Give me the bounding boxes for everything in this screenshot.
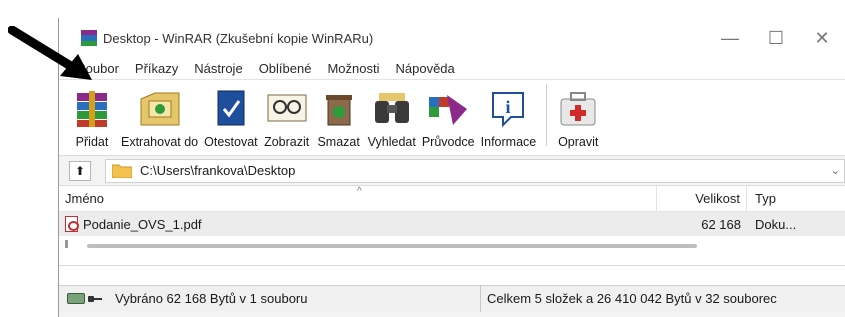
column-type[interactable]: Typ bbox=[747, 186, 776, 212]
menu-prikazy[interactable]: Příkazy bbox=[127, 61, 186, 76]
menu-nastroje[interactable]: Nástroje bbox=[186, 61, 250, 76]
folder-icon bbox=[112, 164, 132, 178]
extract-label: Extrahovat do bbox=[121, 135, 199, 149]
horizontal-scrollbar[interactable] bbox=[87, 244, 697, 248]
view-icon bbox=[267, 94, 307, 122]
test-label: Otestovat bbox=[204, 135, 258, 149]
toolbar: Přidat Extrahovat do Otestovat Zobrazit … bbox=[59, 80, 845, 156]
winrar-window: Desktop - WinRAR (Zkušební kopie WinRARu… bbox=[58, 18, 845, 317]
find-label: Vyhledat bbox=[367, 135, 416, 149]
file-size: 62 168 bbox=[701, 216, 741, 232]
repair-button[interactable]: Opravit bbox=[555, 87, 601, 149]
info-label: Informace bbox=[480, 135, 537, 149]
path-text: C:\Users\frankova\Desktop bbox=[140, 163, 296, 178]
menu-oblibene[interactable]: Oblíbené bbox=[251, 61, 320, 76]
window-title: Desktop - WinRAR (Zkušební kopie WinRARu… bbox=[103, 30, 374, 46]
menu-napoveda[interactable]: Nápověda bbox=[387, 61, 462, 76]
repair-label: Opravit bbox=[558, 135, 599, 149]
file-type: Doku... bbox=[755, 216, 797, 232]
extract-icon bbox=[140, 92, 180, 126]
up-folder-button[interactable]: ⬆ bbox=[69, 160, 91, 181]
delete-icon bbox=[325, 95, 352, 126]
title-bar: Desktop - WinRAR (Zkušební kopie WinRARu… bbox=[59, 18, 845, 58]
annotation-arrow bbox=[8, 26, 92, 80]
status-total: Celkem 5 složek a 26 410 042 Bytů v 32 s… bbox=[487, 291, 777, 306]
file-row[interactable]: Podanie_OVS_1.pdf 62 168 Doku... bbox=[59, 212, 845, 236]
extract-button[interactable]: Extrahovat do bbox=[121, 87, 198, 149]
minimize-button[interactable]: — bbox=[707, 18, 753, 58]
path-dropdown-icon[interactable]: ⌄ bbox=[831, 164, 840, 177]
toolbar-separator bbox=[546, 83, 548, 146]
wizard-button[interactable]: Průvodce bbox=[422, 87, 475, 149]
test-icon bbox=[217, 90, 245, 126]
close-button[interactable]: ✕ bbox=[799, 18, 845, 58]
add-button[interactable]: Přidat bbox=[69, 87, 115, 149]
maximize-button[interactable]: ☐ bbox=[753, 18, 799, 58]
info-icon: i bbox=[492, 92, 525, 128]
status-selection: Vybráno 62 168 Bytů v 1 souboru bbox=[109, 285, 481, 312]
delete-label: Smazat bbox=[317, 135, 360, 149]
pdf-file-icon bbox=[65, 216, 79, 232]
menu-moznosti[interactable]: Možnosti bbox=[319, 61, 387, 76]
empty-area bbox=[59, 266, 845, 285]
info-button[interactable]: i Informace bbox=[480, 87, 537, 149]
find-button[interactable]: Vyhledat bbox=[368, 87, 416, 149]
menu-bar: Soubor Příkazy Nástroje Oblíbené Možnost… bbox=[59, 58, 845, 80]
drive-icon[interactable] bbox=[67, 293, 85, 304]
add-label: Přidat bbox=[75, 135, 109, 149]
test-button[interactable]: Otestovat bbox=[204, 87, 258, 149]
column-header: Jméno Velikost Typ ^ bbox=[59, 185, 845, 212]
list-edge-marker bbox=[65, 240, 68, 248]
file-list: Jméno Velikost Typ ^ Podanie_OVS_1.pdf 6… bbox=[59, 185, 845, 266]
wizard-icon bbox=[429, 95, 468, 125]
key-icon[interactable] bbox=[88, 294, 102, 304]
status-icons bbox=[59, 293, 109, 304]
path-field[interactable]: C:\Users\frankova\Desktop ⌄ bbox=[105, 158, 845, 183]
view-button[interactable]: Zobrazit bbox=[264, 87, 310, 149]
address-bar: ⬆ C:\Users\frankova\Desktop ⌄ bbox=[59, 156, 845, 186]
add-archive-icon bbox=[77, 91, 107, 127]
repair-icon bbox=[560, 92, 596, 126]
wizard-label: Průvodce bbox=[421, 135, 475, 149]
view-label: Zobrazit bbox=[264, 135, 310, 149]
sort-caret-icon: ^ bbox=[357, 186, 362, 197]
file-name: Podanie_OVS_1.pdf bbox=[83, 216, 202, 232]
column-size[interactable]: Velikost bbox=[657, 185, 747, 212]
svg-text:i: i bbox=[506, 97, 511, 117]
window-controls: — ☐ ✕ bbox=[707, 18, 845, 58]
find-icon bbox=[374, 93, 409, 123]
status-bar: Vybráno 62 168 Bytů v 1 souboru Celkem 5… bbox=[59, 285, 845, 312]
file-name-cell: Podanie_OVS_1.pdf bbox=[59, 216, 657, 232]
delete-button[interactable]: Smazat bbox=[316, 87, 362, 149]
